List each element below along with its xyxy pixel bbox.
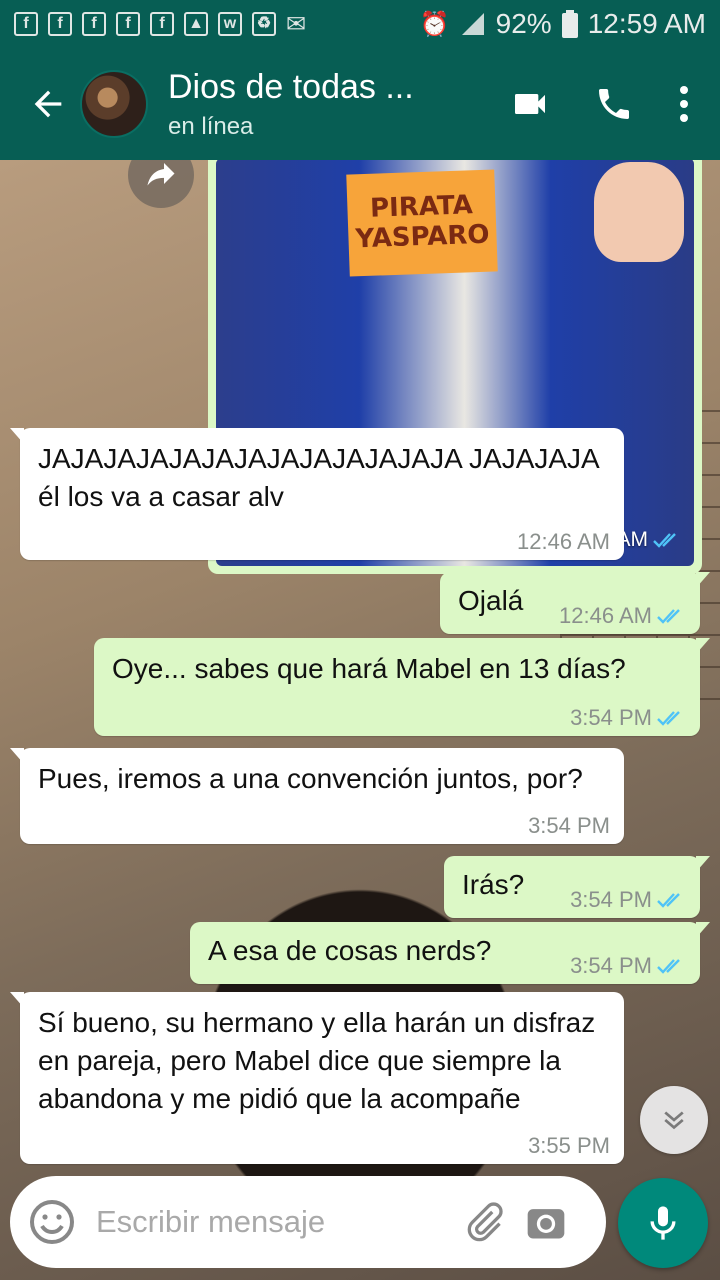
clock: 12:59 AM xyxy=(587,8,706,39)
more-vertical-icon xyxy=(680,86,688,122)
facebook-icon: f xyxy=(116,12,140,36)
voice-message-button[interactable] xyxy=(618,1178,708,1268)
message-meta: 12:46 AM xyxy=(559,604,686,628)
status-bar: f f f f f ▲ w ♻ ✉ ⏰ 92% 12:59 AM xyxy=(0,0,720,48)
back-arrow-icon xyxy=(34,90,62,118)
contact-status: en línea xyxy=(168,112,254,140)
message-text: Oye... sabes que hará Mabel en 13 días? xyxy=(112,653,626,684)
message-input[interactable] xyxy=(96,1204,446,1240)
message-text: Irás? xyxy=(462,869,525,900)
camera-button[interactable] xyxy=(522,1198,570,1246)
forward-icon xyxy=(147,163,175,186)
compose-bar xyxy=(10,1176,606,1268)
message-time: 3:55 PM xyxy=(528,1133,610,1158)
notification-icons: f f f f f ▲ w ♻ ✉ xyxy=(14,10,306,39)
facebook-icon: f xyxy=(48,12,72,36)
message-time: 3:54 PM xyxy=(528,813,610,838)
sign-text-line2: YASPARO xyxy=(354,219,491,255)
battery-percent: 92% xyxy=(495,8,552,39)
chat-header: Dios de todas ... en línea xyxy=(0,48,720,160)
forward-button[interactable] xyxy=(128,160,194,208)
incoming-message[interactable]: JAJAJAJAJAJAJAJAJAJAJAJAJA JAJAJAJA él l… xyxy=(10,428,624,560)
message-text: Sí bueno, su hermano y ella harán un dis… xyxy=(38,1007,596,1114)
mail-icon: ✉ xyxy=(286,10,307,38)
double-check-icon xyxy=(653,533,676,548)
double-check-icon xyxy=(657,893,680,908)
outgoing-message[interactable]: Oye... sabes que hará Mabel en 13 días? 3… xyxy=(94,638,710,736)
message-time: 3:54 PM xyxy=(570,887,652,912)
video-camera-icon xyxy=(515,94,545,114)
paperclip-icon xyxy=(467,1202,503,1242)
attach-button[interactable] xyxy=(460,1198,508,1246)
facebook-icon: f xyxy=(14,12,38,36)
contact-avatar[interactable] xyxy=(80,70,148,138)
message-meta: 3:55 PM xyxy=(528,1134,610,1158)
microphone-icon xyxy=(650,1206,676,1240)
recycle-icon: ♻ xyxy=(252,12,276,36)
message-time: 12:46 AM xyxy=(559,603,652,628)
phone-icon xyxy=(599,89,629,119)
message-text: Ojalá xyxy=(458,585,524,616)
video-call-button[interactable] xyxy=(510,84,550,124)
chat-area[interactable]: PIRATA YASPARO 12:46 AM JAJAJAJAJAJAJAJA… xyxy=(0,160,720,1280)
emoji-button[interactable] xyxy=(26,1196,78,1248)
alarm-icon: ⏰ xyxy=(419,10,450,38)
message-time: 12:46 AM xyxy=(517,529,610,554)
gallery-icon: ▲ xyxy=(184,12,208,36)
message-meta: 3:54 PM xyxy=(570,706,686,730)
double-check-icon xyxy=(657,711,680,726)
outgoing-message[interactable]: Ojalá 12:46 AM xyxy=(440,572,710,634)
signal-icon xyxy=(461,13,484,35)
photo-hand xyxy=(594,162,684,262)
message-time: 3:54 PM xyxy=(570,953,652,978)
menu-button[interactable] xyxy=(678,84,690,124)
contact-info[interactable]: Dios de todas ... en línea xyxy=(168,68,414,141)
outgoing-message[interactable]: A esa de cosas nerds? 3:54 PM xyxy=(190,922,710,984)
contact-name: Dios de todas ... xyxy=(168,67,414,106)
wattpad-icon: w xyxy=(218,12,242,36)
message-meta: 12:46 AM xyxy=(517,530,610,554)
message-text: A esa de cosas nerds? xyxy=(208,935,492,966)
incoming-message[interactable]: Pues, iremos a una convención juntos, po… xyxy=(10,748,624,844)
message-meta: 3:54 PM xyxy=(570,954,686,978)
back-button[interactable] xyxy=(20,76,76,132)
message-time: 3:54 PM xyxy=(570,705,652,730)
scroll-to-bottom-button[interactable] xyxy=(640,1086,708,1154)
incoming-message[interactable]: Sí bueno, su hermano y ella harán un dis… xyxy=(10,992,624,1164)
message-text: Pues, iremos a una convención juntos, po… xyxy=(38,763,583,794)
outgoing-message[interactable]: Irás? 3:54 PM xyxy=(444,856,710,918)
smiley-icon xyxy=(30,1200,74,1244)
message-meta: 3:54 PM xyxy=(570,888,686,912)
double-check-icon xyxy=(657,959,680,974)
double-check-icon xyxy=(657,609,680,624)
photo-sign: PIRATA YASPARO xyxy=(346,169,498,277)
camera-icon xyxy=(527,1209,565,1239)
message-meta: 3:54 PM xyxy=(528,814,610,838)
voice-call-button[interactable] xyxy=(594,84,634,124)
facebook-icon: f xyxy=(150,12,174,36)
facebook-icon: f xyxy=(82,12,106,36)
message-text: JAJAJAJAJAJAJAJAJAJAJAJAJA JAJAJAJA él l… xyxy=(38,443,599,512)
battery-icon xyxy=(561,10,578,38)
chevron-double-down-icon xyxy=(664,1111,684,1130)
